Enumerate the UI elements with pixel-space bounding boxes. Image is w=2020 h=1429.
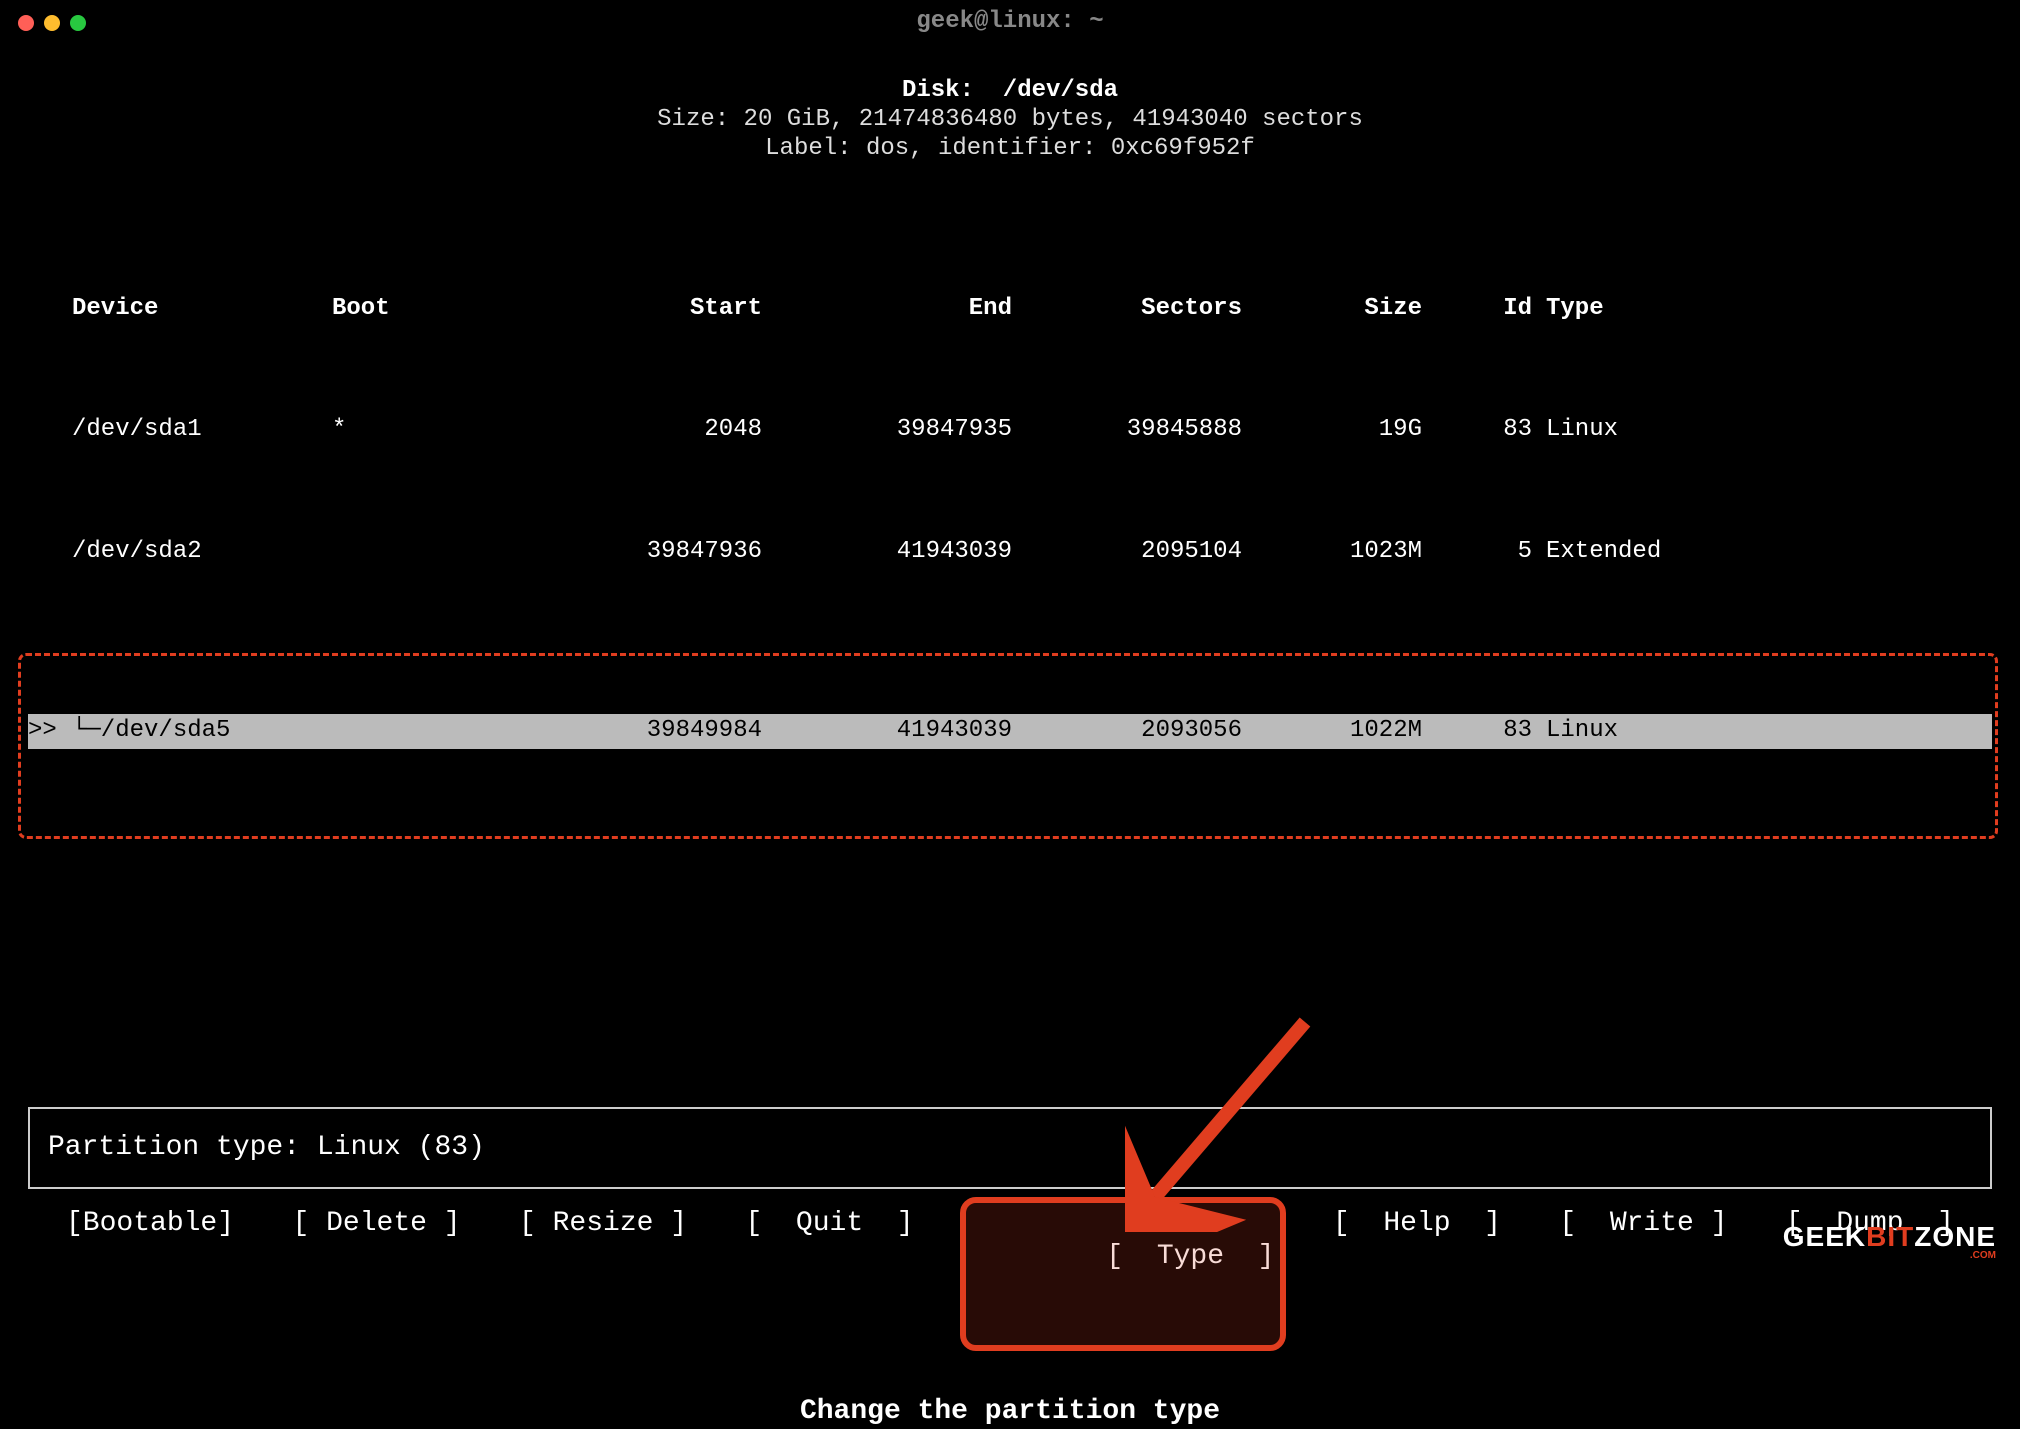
row-marker: >> [28,717,72,746]
watermark: GEEKBITZONE .COM [1783,1220,1996,1262]
cell-device: /dev/sda1 [72,416,332,445]
footer-area: Partition type: Linux (83) [Bootable] [ … [28,1107,1992,1429]
maximize-icon[interactable] [70,15,86,31]
table-header: Device Boot Start End Sectors Size Id Ty… [28,292,1992,327]
partition-type-box: Partition type: Linux (83) [28,1107,1992,1189]
partition-table: Device Boot Start End Sectors Size Id Ty… [28,205,1992,921]
menu-type[interactable]: [ Type ] [972,1207,1274,1341]
menu-help[interactable]: [ Help ] [1333,1207,1501,1341]
menu-type-label: [ Type ] [1106,1241,1274,1272]
watermark-post: ZONE [1914,1221,1996,1252]
window-title: geek@linux: ~ [916,8,1103,37]
table-row[interactable]: /dev/sda2 39847936 41943039 2095104 1023… [28,535,1992,570]
cell-end: 41943039 [762,717,1012,746]
menu-bootable[interactable]: [Bootable] [66,1207,234,1341]
col-device: Device [72,295,332,324]
cell-size: 1023M [1242,538,1422,567]
table-row[interactable]: /dev/sda1 * 2048 39847935 39845888 19G 8… [28,413,1992,448]
cell-id: 83 [1422,416,1532,445]
cell-end: 39847935 [762,416,1012,445]
disk-size-line: Size: 20 GiB, 21474836480 bytes, 4194304… [28,106,1992,135]
cell-start: 2048 [522,416,762,445]
cell-start: 39847936 [522,538,762,567]
menu-delete[interactable]: [ Delete ] [293,1207,461,1341]
selected-row-annotation: >> └─/dev/sda5 39849984 41943039 2093056… [28,656,1992,835]
cell-size: 19G [1242,416,1422,445]
menu-bar: [Bootable] [ Delete ] [ Resize ] [ Quit … [28,1207,1992,1341]
col-start: Start [522,295,762,324]
cell-type: Linux [1532,717,1972,746]
watermark-accent: BIT [1866,1221,1914,1252]
highlight-box-icon [960,1197,1286,1351]
cell-end: 41943039 [762,538,1012,567]
partition-type-text: Partition type: Linux (83) [48,1132,485,1163]
close-icon[interactable] [18,15,34,31]
titlebar: geek@linux: ~ [0,0,2020,45]
cell-type: Extended [1532,538,1972,567]
col-boot: Boot [332,295,522,324]
terminal-content: Disk: /dev/sda Size: 20 GiB, 21474836480… [0,77,2020,921]
cell-sectors: 39845888 [1012,416,1242,445]
col-type: Type [1532,295,1972,324]
menu-resize[interactable]: [ Resize ] [519,1207,687,1341]
cell-id: 83 [1422,717,1532,746]
cell-device: └─/dev/sda5 [72,717,332,746]
cell-type: Linux [1532,416,1972,445]
disk-header: Disk: /dev/sda [28,77,1992,106]
cell-start: 39849984 [522,717,762,746]
minimize-icon[interactable] [44,15,60,31]
traffic-lights [18,15,86,31]
col-size: Size [1242,295,1422,324]
table-row-selected[interactable]: >> └─/dev/sda5 39849984 41943039 2093056… [28,714,1992,749]
cell-boot: * [332,416,522,445]
col-sectors: Sectors [1012,295,1242,324]
col-id: Id [1422,295,1532,324]
menu-hint: Change the partition type [28,1395,1992,1429]
col-end: End [762,295,1012,324]
menu-write[interactable]: [ Write ] [1559,1207,1727,1341]
cell-sectors: 2095104 [1012,538,1242,567]
cell-size: 1022M [1242,717,1422,746]
cell-id: 5 [1422,538,1532,567]
disk-label-line: Label: dos, identifier: 0xc69f952f [28,135,1992,164]
cell-sectors: 2093056 [1012,717,1242,746]
cell-device: /dev/sda2 [72,538,332,567]
menu-quit[interactable]: [ Quit ] [746,1207,914,1341]
watermark-pre: GEEK [1783,1221,1866,1252]
